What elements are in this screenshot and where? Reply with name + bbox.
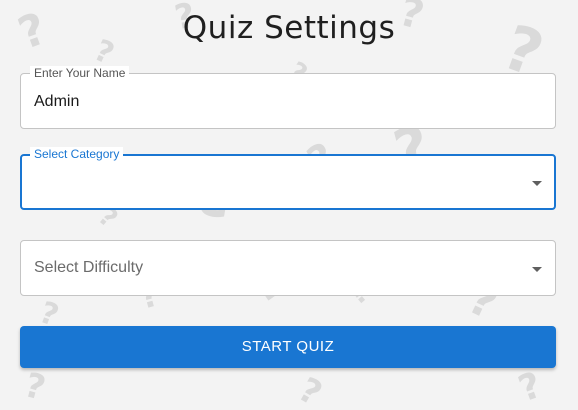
category-select-label: Select Category xyxy=(30,147,124,161)
name-field[interactable]: Enter Your Name Admin xyxy=(20,66,556,129)
difficulty-select[interactable]: Select Difficulty xyxy=(20,240,556,296)
page-title: Quiz Settings xyxy=(182,10,396,46)
arrow-drop-down-icon xyxy=(532,181,542,186)
name-field-value: Admin xyxy=(34,93,80,110)
arrow-drop-down-icon xyxy=(532,267,542,272)
category-select[interactable]: Select Category xyxy=(20,147,556,210)
start-quiz-button[interactable]: START QUIZ xyxy=(20,326,556,368)
name-field-label: Enter Your Name xyxy=(30,66,130,80)
difficulty-select-placeholder: Select Difficulty xyxy=(34,259,144,276)
